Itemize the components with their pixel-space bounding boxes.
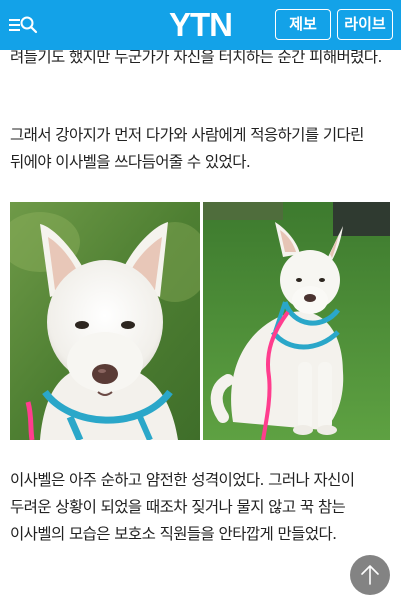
top-header: YTN 제보 라이브 (0, 0, 401, 50)
article-paragraph: 이사벨은 아주 순하고 얌전한 성격이었다. 그러나 자신이 두려운 상황이 되… (10, 471, 355, 543)
dog-sitting-image (203, 202, 390, 440)
dog-sitting-photo[interactable] (203, 202, 390, 440)
live-button[interactable]: 라이브 (337, 9, 393, 40)
arrow-up-icon (361, 565, 379, 585)
report-button[interactable]: 제보 (275, 9, 331, 40)
scroll-to-top-button[interactable] (350, 555, 390, 595)
dog-closeup-photo[interactable] (10, 202, 200, 440)
article-paragraph: 려들기도 했지만 누군가가 자신을 터치하는 순간 피해버렸다. (10, 50, 382, 66)
article-paragraph: 그래서 강아지가 먼저 다가와 사람에게 적응하기를 기다린 뒤에야 이사벨을 … (10, 126, 364, 171)
dog-closeup-image (10, 202, 200, 440)
article-body: 려들기도 했지만 누군가가 자신을 터치하는 순간 피해버렸다. 그래서 강아지… (0, 50, 401, 603)
